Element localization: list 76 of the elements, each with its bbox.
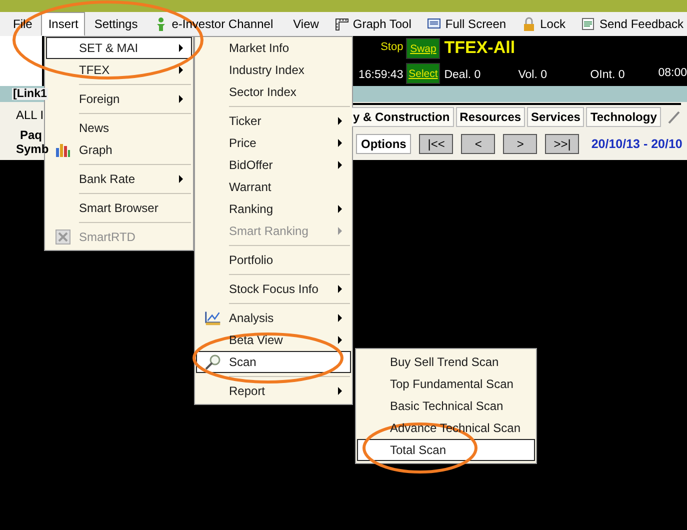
date-range: 20/10/13 - 20/10 <box>590 137 682 151</box>
menu-item[interactable]: Bank Rate <box>46 168 192 190</box>
submenu-arrow-icon <box>338 117 342 125</box>
open-interest-text: OInt. 0 <box>590 69 625 81</box>
menu-item[interactable]: Portfolio <box>196 249 351 271</box>
navigation-button[interactable]: |<< <box>419 134 454 154</box>
menu-item[interactable]: Buy Sell Trend Scan <box>357 351 535 373</box>
pencil-icon[interactable] <box>666 110 681 124</box>
menu-item[interactable]: Warrant <box>196 176 351 198</box>
submenu-arrow-icon <box>338 227 342 235</box>
submenu-arrow-icon <box>338 139 342 147</box>
submenu-arrow-icon <box>338 285 342 293</box>
menu-item[interactable]: TFEX <box>46 59 192 81</box>
menu-item[interactable]: Ticker <box>196 110 351 132</box>
time-text: 16:59:43 <box>358 69 404 81</box>
navigation-button[interactable]: > <box>503 134 538 154</box>
submenu-arrow-icon <box>179 95 183 103</box>
menu-bar-item[interactable]: Insert <box>41 12 86 36</box>
menu-item[interactable]: Market Info <box>196 37 351 59</box>
menu-item[interactable]: Report <box>196 380 351 402</box>
filter-label: ALL I <box>16 108 44 122</box>
menu-item[interactable]: Beta View <box>196 329 351 351</box>
menu-item[interactable]: Top Fundamental Scan <box>357 373 535 395</box>
menu-bar-item[interactable]: Lock <box>515 12 572 36</box>
select-button[interactable]: Select <box>406 63 440 84</box>
sector-tab[interactable]: Technology <box>586 107 661 127</box>
submenu-arrow-icon <box>179 175 183 183</box>
magnifier-icon <box>205 354 221 370</box>
submenu-arrow-icon <box>338 314 342 322</box>
window-title: [Link1 <box>12 88 48 100</box>
menu-item[interactable]: SET & MAI <box>46 37 192 59</box>
lock-icon <box>522 17 536 31</box>
menu-item[interactable]: BidOffer <box>196 154 351 176</box>
sector-tab[interactable]: Resources <box>456 107 526 127</box>
menu-item[interactable]: Foreign <box>46 88 192 110</box>
menu-item[interactable]: Stock Focus Info <box>196 278 351 300</box>
submenu-arrow-icon <box>338 387 342 395</box>
document-icon <box>581 17 596 31</box>
menu-bar-item[interactable]: Full Screen <box>420 12 514 36</box>
menu-item[interactable]: Scan <box>196 351 351 373</box>
deal-text: Deal. 0 <box>444 69 481 81</box>
menu-bar-item[interactable]: View <box>286 12 326 36</box>
menu-item[interactable]: News <box>46 117 192 139</box>
submenu-arrow-icon <box>338 336 342 344</box>
sector-tab[interactable]: Services <box>527 107 584 127</box>
monitor-icon <box>427 17 442 31</box>
menu-item[interactable]: Sector Index <box>196 81 351 103</box>
menu-item[interactable]: Basic Technical Scan <box>357 395 535 417</box>
menu-item[interactable]: Price <box>196 132 351 154</box>
volume-text: Vol. 0 <box>518 69 547 81</box>
navigation-button[interactable]: >>| <box>545 134 580 154</box>
submenu-arrow-icon <box>338 205 342 213</box>
options-button[interactable]: Options <box>356 134 412 154</box>
menu-bar-item[interactable]: Send Feedback <box>574 12 687 36</box>
column-header: Symb <box>16 142 49 156</box>
menu-bar-item[interactable]: Settings <box>87 12 145 36</box>
menu-item[interactable]: Total Scan <box>357 439 535 461</box>
submenu-arrow-icon <box>179 44 183 52</box>
spreadsheet-icon <box>55 229 71 245</box>
menu-item[interactable]: Industry Index <box>196 59 351 81</box>
navigation-button[interactable]: < <box>461 134 496 154</box>
submenu-arrow-icon <box>179 66 183 74</box>
menu-item[interactable]: Smart Browser <box>46 197 192 219</box>
sector-tab[interactable]: y & Construction <box>352 107 454 127</box>
group-label: Paq <box>19 128 42 142</box>
menu-item[interactable]: Ranking <box>196 198 351 220</box>
time-text: 08:00 <box>658 67 687 81</box>
ruler-icon <box>334 17 349 31</box>
submenu-arrow-icon <box>338 161 342 169</box>
bar-chart-icon <box>55 142 71 158</box>
status-text: Stop <box>380 41 404 53</box>
symbol-text: TFEX-All <box>444 37 516 58</box>
menu-bar-item[interactable]: Graph Tool <box>328 12 418 36</box>
chart-pencil-icon <box>205 310 221 326</box>
menu-item[interactable]: Analysis <box>196 307 351 329</box>
swap-button[interactable]: Swap <box>406 38 440 59</box>
